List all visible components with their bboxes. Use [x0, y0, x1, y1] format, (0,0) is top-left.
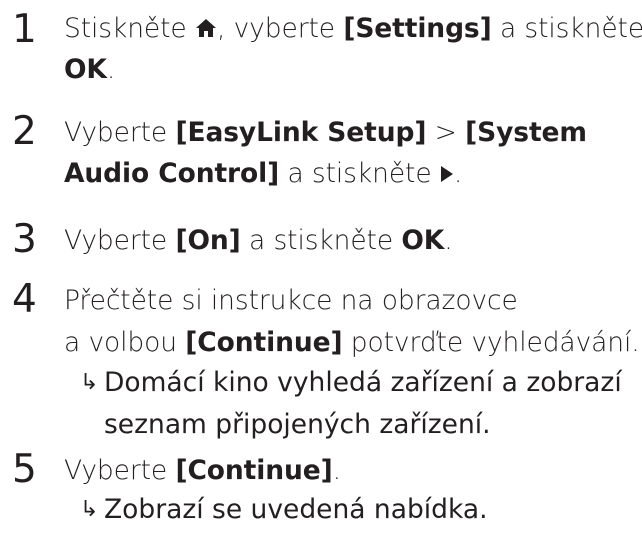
step-number: 3: [12, 217, 37, 262]
step-5-result-line-1: Zobrazí se uvedená nabídka.: [104, 494, 488, 525]
step-4-result-line-2: seznam připojených zařízení.: [104, 409, 491, 440]
step-number: 4: [12, 277, 37, 322]
step-1-line-1: Stiskněte , vyberte [Settings] a stiskně…: [64, 8, 642, 50]
step-4-line-1: Přečtěte si instrukce na obrazovce: [64, 285, 518, 316]
result-arrow-icon: ↳: [80, 370, 99, 395]
step-1-line-2: OK.: [64, 54, 116, 85]
home-icon: [195, 9, 217, 50]
step-4-result-line-1: Domácí kino vyhledá zařízení a zobrazí: [104, 367, 622, 398]
step-3-line-1: Vyberte [On] a stiskněte OK.: [64, 225, 453, 256]
step-5-line-1: Vyberte [Continue].: [64, 455, 341, 486]
step-number: 2: [12, 109, 37, 154]
step-2-line-2: Audio Control] a stiskněte .: [64, 153, 462, 195]
step-number: 5: [12, 447, 37, 492]
step-4-line-2: a volbou [Continue] potvrďte vyhledávání…: [64, 327, 640, 358]
result-arrow-icon: ↳: [80, 497, 99, 522]
step-number: 1: [12, 7, 37, 52]
play-icon: [440, 154, 454, 195]
step-2-line-1: Vyberte [EasyLink Setup] > [System: [64, 117, 587, 148]
